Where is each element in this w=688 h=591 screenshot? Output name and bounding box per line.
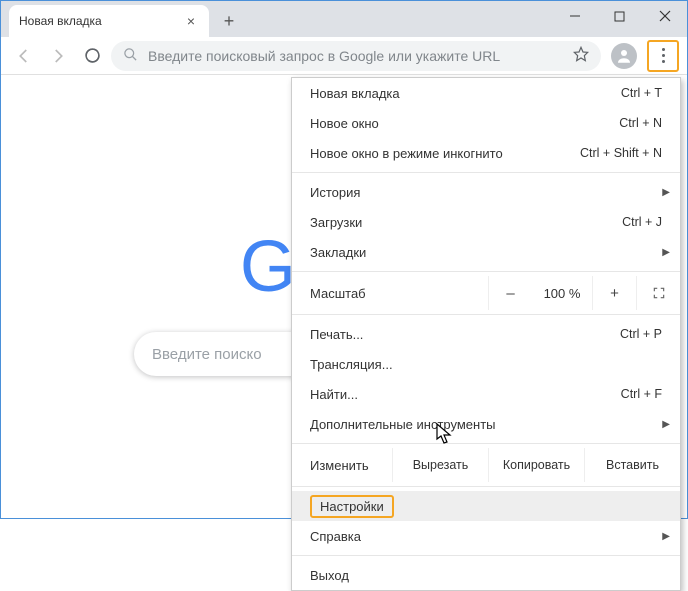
menu-item-downloads[interactable]: Загрузки Ctrl + J bbox=[292, 207, 680, 237]
menu-shortcut: Ctrl + F bbox=[621, 387, 662, 401]
window-controls bbox=[552, 1, 687, 31]
zoom-value: 100 % bbox=[532, 286, 592, 301]
close-window-button[interactable] bbox=[642, 1, 687, 31]
chrome-menu: Новая вкладка Ctrl + T Новое окно Ctrl +… bbox=[291, 77, 681, 591]
profile-avatar[interactable] bbox=[611, 43, 637, 69]
copy-button[interactable]: Копировать bbox=[488, 448, 584, 482]
submenu-arrow-icon: ▶ bbox=[662, 419, 670, 430]
bookmark-star-icon[interactable] bbox=[573, 46, 589, 65]
menu-label: Найти... bbox=[310, 387, 621, 402]
tab-title: Новая вкладка bbox=[19, 14, 102, 28]
titlebar: Новая вкладка × + bbox=[1, 1, 687, 37]
browser-tab[interactable]: Новая вкладка × bbox=[9, 5, 209, 37]
submenu-arrow-icon: ▶ bbox=[662, 247, 670, 258]
menu-item-settings[interactable]: Настройки bbox=[292, 491, 680, 521]
toolbar: Введите поисковый запрос в Google или ук… bbox=[1, 37, 687, 75]
menu-shortcut: Ctrl + Shift + N bbox=[580, 146, 662, 160]
submenu-arrow-icon: ▶ bbox=[662, 187, 670, 198]
settings-highlight: Настройки bbox=[310, 495, 394, 518]
menu-separator bbox=[292, 314, 680, 315]
address-bar[interactable]: Введите поисковый запрос в Google или ук… bbox=[111, 41, 601, 71]
menu-separator bbox=[292, 555, 680, 556]
menu-item-new-window[interactable]: Новое окно Ctrl + N bbox=[292, 108, 680, 138]
menu-label: Дополнительные инструменты bbox=[310, 417, 662, 432]
menu-item-new-tab[interactable]: Новая вкладка Ctrl + T bbox=[292, 78, 680, 108]
menu-item-zoom: Масштаб – 100 % + bbox=[292, 276, 680, 310]
menu-item-cast[interactable]: Трансляция... bbox=[292, 349, 680, 379]
menu-separator bbox=[292, 271, 680, 272]
minimize-button[interactable] bbox=[552, 1, 597, 31]
reload-button[interactable] bbox=[77, 41, 107, 71]
menu-label: Справка bbox=[310, 529, 662, 544]
menu-label: Выход bbox=[310, 568, 662, 583]
menu-label: Новое окно bbox=[310, 116, 619, 131]
search-box-placeholder: Введите поиско bbox=[152, 346, 262, 363]
omnibox-placeholder: Введите поисковый запрос в Google или ук… bbox=[148, 48, 500, 64]
back-button[interactable] bbox=[9, 41, 39, 71]
cut-button[interactable]: Вырезать bbox=[392, 448, 488, 482]
menu-item-print[interactable]: Печать... Ctrl + P bbox=[292, 319, 680, 349]
menu-label: Закладки bbox=[310, 245, 662, 260]
menu-label: Трансляция... bbox=[310, 357, 662, 372]
close-tab-icon[interactable]: × bbox=[183, 13, 199, 29]
menu-separator bbox=[292, 443, 680, 444]
menu-shortcut: Ctrl + N bbox=[619, 116, 662, 130]
menu-label: Новое окно в режиме инкогнито bbox=[310, 146, 580, 161]
submenu-arrow-icon: ▶ bbox=[662, 531, 670, 542]
zoom-in-button[interactable]: + bbox=[592, 276, 636, 310]
new-tab-button[interactable]: + bbox=[215, 7, 243, 35]
maximize-button[interactable] bbox=[597, 1, 642, 31]
menu-button-highlight bbox=[647, 40, 679, 72]
menu-shortcut: Ctrl + J bbox=[622, 215, 662, 229]
menu-shortcut: Ctrl + P bbox=[620, 327, 662, 341]
menu-label: Загрузки bbox=[310, 215, 622, 230]
menu-button[interactable] bbox=[651, 44, 675, 68]
menu-label: Новая вкладка bbox=[310, 86, 621, 101]
menu-item-incognito[interactable]: Новое окно в режиме инкогнито Ctrl + Shi… bbox=[292, 138, 680, 168]
menu-separator bbox=[292, 486, 680, 487]
menu-item-help[interactable]: Справка ▶ bbox=[292, 521, 680, 551]
menu-separator bbox=[292, 172, 680, 173]
menu-shortcut: Ctrl + T bbox=[621, 86, 662, 100]
forward-button[interactable] bbox=[43, 41, 73, 71]
menu-item-more-tools[interactable]: Дополнительные инструменты ▶ bbox=[292, 409, 680, 439]
search-icon bbox=[123, 47, 138, 65]
zoom-out-button[interactable]: – bbox=[488, 276, 532, 310]
menu-item-bookmarks[interactable]: Закладки ▶ bbox=[292, 237, 680, 267]
menu-label: Настройки bbox=[320, 499, 384, 514]
menu-item-exit[interactable]: Выход bbox=[292, 560, 680, 590]
menu-item-find[interactable]: Найти... Ctrl + F bbox=[292, 379, 680, 409]
menu-label: Изменить bbox=[292, 448, 392, 482]
menu-label: Печать... bbox=[310, 327, 620, 342]
fullscreen-button[interactable] bbox=[636, 276, 680, 310]
menu-label: История bbox=[310, 185, 662, 200]
menu-label: Масштаб bbox=[310, 286, 488, 301]
menu-item-history[interactable]: История ▶ bbox=[292, 177, 680, 207]
paste-button[interactable]: Вставить bbox=[584, 448, 680, 482]
menu-item-edit: Изменить Вырезать Копировать Вставить bbox=[292, 448, 680, 482]
